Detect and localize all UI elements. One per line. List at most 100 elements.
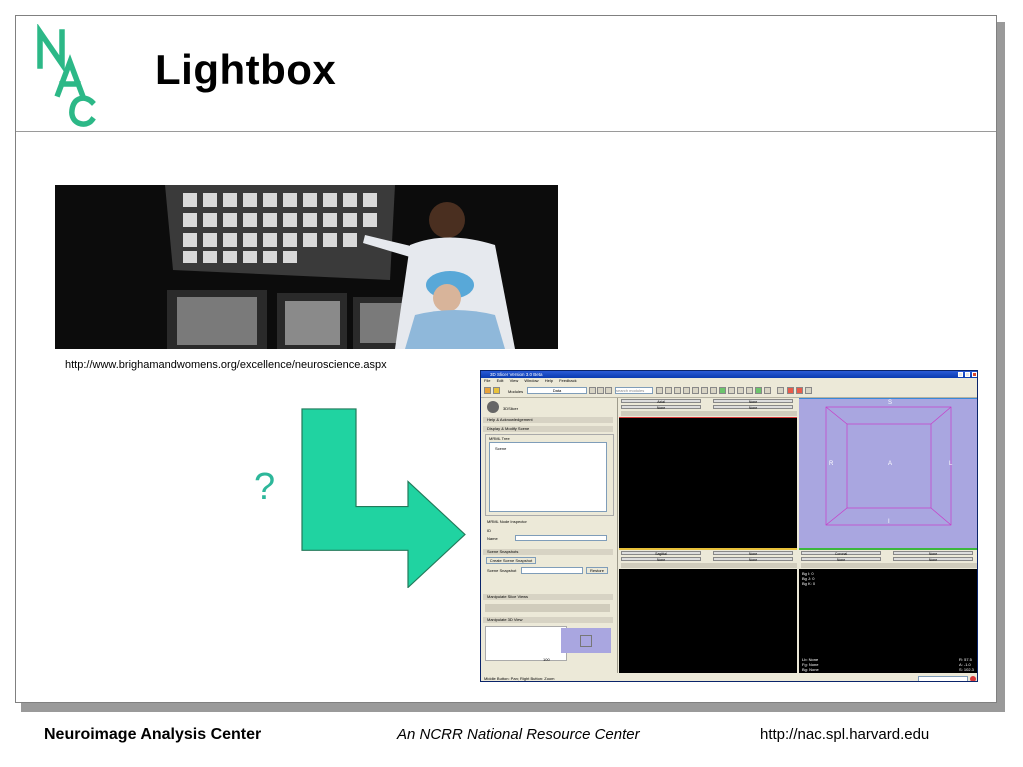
coronal-viewer[interactable]: Bg I: 0 Bg J: 0 Bg K: 0 Lb: None Fg: Non… [799, 569, 977, 673]
mrml-tree-group: MRML Tree Scene [485, 434, 614, 516]
node-inspector-label: MRML Node Inspector [487, 519, 527, 524]
title-divider [16, 131, 996, 132]
axial-lb-select[interactable]: None [713, 405, 793, 410]
search-icon[interactable] [656, 387, 663, 394]
menu-help[interactable]: Help [545, 378, 553, 383]
coronal-lb-select[interactable]: None [893, 557, 973, 562]
slide-title: Lightbox [155, 46, 337, 93]
status-field [918, 676, 968, 681]
section-display[interactable]: Display & Modify Scene [483, 426, 613, 432]
window-titlebar: 3D Slicer Version 3.0 Beta [481, 371, 977, 378]
tool-icon[interactable] [665, 387, 672, 394]
pin-icon[interactable] [787, 387, 794, 394]
lightbox-photo [55, 185, 558, 349]
section-snapshots[interactable]: Scene Snapshots [483, 549, 613, 555]
mrml-tree-view[interactable]: Scene [489, 442, 607, 512]
mrml-tree-label: MRML Tree [489, 436, 510, 441]
name-input[interactable] [515, 535, 607, 541]
3d-label-center: A [888, 461, 893, 467]
axial-bg-select[interactable]: None [621, 405, 701, 410]
slicer-logo-icon [487, 401, 499, 413]
menu-view[interactable]: View [510, 378, 519, 383]
tool-icon[interactable] [805, 387, 812, 394]
slicer-logo-text: 3DSlicer [503, 406, 519, 411]
section-help[interactable]: Help & Acknowledgement [483, 417, 613, 423]
footer-url[interactable]: http://nac.spl.harvard.edu [760, 726, 929, 743]
tool-icon[interactable] [683, 387, 690, 394]
ras-readout-s: S: 102.3 [959, 667, 974, 672]
tool-icon[interactable] [719, 387, 726, 394]
axial-viewer[interactable] [619, 417, 797, 549]
nac-logo [37, 24, 96, 127]
layout-icon[interactable] [777, 387, 784, 394]
tool-icon[interactable] [746, 387, 753, 394]
photo-caption[interactable]: http://www.brighamandwomens.org/excellen… [65, 359, 415, 372]
3d-label-right: L [949, 461, 953, 467]
id-label: ID [487, 528, 491, 533]
sagittal-lb-select[interactable]: None [713, 557, 793, 562]
snapshot-label: Scene Snapshot [487, 568, 517, 573]
footer-organization: Neuroimage Analysis Center [44, 726, 262, 743]
view-controls[interactable] [485, 626, 567, 661]
slide: Lightbox http://www.brighamandwomens.org… [15, 15, 997, 703]
sagittal-viewer[interactable] [619, 569, 797, 673]
footer-tagline: An NCRR National Resource Center [397, 726, 640, 743]
tool-icon[interactable] [737, 387, 744, 394]
axial-fg-select[interactable]: None [713, 399, 793, 404]
menu-feedback[interactable]: Feedback [559, 378, 577, 383]
sagittal-accent [619, 548, 797, 550]
name-label: Name [487, 536, 498, 541]
3d-label-top: S [888, 400, 893, 406]
bounding-box-graphic [825, 406, 952, 526]
3d-label-bottom: I [888, 519, 890, 525]
3d-preview [561, 628, 611, 653]
status-bar: Middle Button: Pan; Right Button: Zoom [484, 676, 555, 681]
menu-file[interactable]: File [484, 378, 490, 383]
coronal-bg-select[interactable]: None [801, 557, 881, 562]
menu-edit[interactable]: Edit [497, 378, 504, 383]
restore-button[interactable]: Restore [586, 567, 608, 574]
forward-icon[interactable] [597, 387, 604, 394]
minimize-button[interactable] [958, 372, 963, 377]
coronal-fg-select[interactable]: None [893, 551, 973, 556]
sagittal-select[interactable]: Sagittal [621, 551, 701, 556]
zoom-value: 100 [543, 657, 550, 662]
sagittal-fg-select[interactable]: None [713, 551, 793, 556]
preview-box [580, 635, 592, 647]
tool-icon[interactable] [692, 387, 699, 394]
create-snapshot-button[interactable]: Create Scene Snapshot [486, 557, 536, 564]
tool-icon[interactable] [728, 387, 735, 394]
maximize-button[interactable] [965, 372, 970, 377]
list-icon[interactable] [605, 387, 612, 394]
tool-icon[interactable] [764, 387, 771, 394]
modules-label: Modules [508, 389, 524, 394]
snapshot-select[interactable] [521, 567, 583, 574]
tool-icon[interactable] [701, 387, 708, 394]
back-icon[interactable] [589, 387, 596, 394]
module-select[interactable]: Data [527, 387, 587, 394]
pin-icon[interactable] [796, 387, 803, 394]
scene-node[interactable]: Scene [495, 446, 506, 451]
coronal-slider[interactable] [801, 563, 977, 568]
coronal-select[interactable]: Coronal [801, 551, 881, 556]
sagittal-slider[interactable] [621, 563, 797, 568]
l-shaped-arrow [301, 408, 466, 588]
folder-icon[interactable] [493, 387, 500, 394]
axial-select[interactable]: Axial [621, 399, 701, 404]
slice-view-toolbar[interactable] [485, 604, 610, 612]
coronal-accent [799, 548, 977, 550]
close-button[interactable] [972, 372, 977, 377]
tool-icon[interactable] [755, 387, 762, 394]
tool-icon[interactable] [674, 387, 681, 394]
section-slice-views[interactable]: Manipulate Slice Views [483, 594, 613, 600]
section-3d-view[interactable]: Manipulate 3D View [483, 617, 613, 623]
sagittal-bg-select[interactable]: None [621, 557, 701, 562]
axial-slider[interactable] [621, 411, 797, 416]
home-icon[interactable] [484, 387, 491, 394]
question-mark: ? [254, 466, 276, 508]
tool-icon[interactable] [710, 387, 717, 394]
3d-viewer[interactable]: S R L A I [799, 398, 977, 549]
search-modules-input[interactable]: search modules [615, 387, 653, 394]
error-icon[interactable] [970, 676, 976, 681]
menu-window[interactable]: Window [524, 378, 538, 383]
